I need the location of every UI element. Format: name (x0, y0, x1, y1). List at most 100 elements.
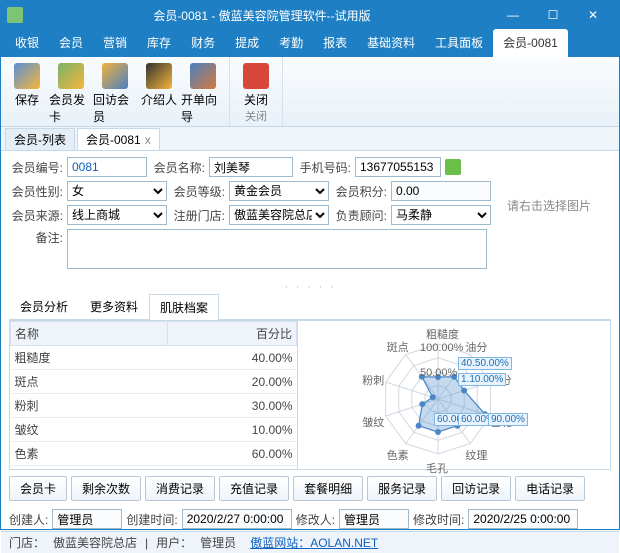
menu-9[interactable]: 工具面板 (425, 29, 493, 57)
photo-panel[interactable]: 请右击选择图片 (501, 157, 611, 273)
titlebar: 会员-0081 - 傲蓝美容院管理软件--试用版 — ☐ ✕ (1, 1, 619, 29)
menu-5[interactable]: 提成 (225, 29, 269, 57)
ribbon-close[interactable]: 关闭 (234, 59, 278, 108)
document-tabs: 会员-列表会员-0081x (1, 127, 619, 151)
remark-textarea[interactable] (67, 229, 487, 269)
radar-axis-label: 斑点 (387, 339, 409, 355)
ribbon-label: 开单向导 (181, 91, 225, 125)
status-store-label: 门店： (9, 534, 45, 551)
menu-2[interactable]: 营销 (93, 29, 137, 57)
audit-row: 创建人: 创建时间: 修改人: 修改时间: (1, 507, 619, 531)
record-btn-1[interactable]: 剩余次数 (71, 476, 141, 501)
chart-data-label: 40.50.00% (458, 357, 512, 370)
ribbon-label: 介绍人 (141, 91, 177, 108)
sub-tab-1[interactable]: 更多资料 (79, 293, 149, 319)
ribbon-issue-card[interactable]: 会员发卡 (49, 59, 93, 125)
record-buttons: 会员卡剩余次数消费记录充值记录套餐明细服务记录回访记录电话记录 (1, 470, 619, 507)
points-input[interactable] (391, 181, 491, 201)
minimize-button[interactable]: — (493, 1, 533, 29)
table-row[interactable]: 色素60.00% (11, 442, 297, 466)
website-link[interactable]: 傲蓝网站：AOLAN.NET (250, 536, 378, 550)
separator: · · · · · (1, 279, 619, 293)
main-menu: 收银会员营销库存财务提成考勤报表基础资料工具面板会员-0081 (1, 29, 619, 57)
app-icon (7, 7, 23, 23)
menu-4[interactable]: 财务 (181, 29, 225, 57)
ribbon-wizard[interactable]: 开单向导 (181, 59, 225, 125)
grade-select[interactable]: 黄金会员 (229, 181, 329, 201)
revisit-icon (102, 63, 128, 89)
col-name[interactable]: 名称 (11, 322, 168, 346)
label-source: 会员来源: (9, 207, 63, 224)
menu-6[interactable]: 考勤 (269, 29, 313, 57)
table-row[interactable]: 粗糙度40.00% (11, 346, 297, 370)
modifier-field (339, 509, 409, 529)
mtime-field (468, 509, 578, 529)
referrer-icon (146, 63, 172, 89)
record-btn-6[interactable]: 回访记录 (441, 476, 511, 501)
consult-select[interactable]: 马柔静 (391, 205, 491, 225)
close-window-button[interactable]: ✕ (573, 1, 613, 29)
regstore-select[interactable]: 傲蓝美容院总店 (229, 205, 329, 225)
skin-table[interactable]: 名称 百分比 粗糙度40.00%斑点20.00%粉刺30.00%皱纹10.00%… (10, 321, 298, 469)
menu-0[interactable]: 收银 (5, 29, 49, 57)
record-btn-0[interactable]: 会员卡 (9, 476, 67, 501)
phone-input[interactable] (355, 157, 441, 177)
sub-tab-2[interactable]: 肌肤档案 (149, 294, 219, 320)
table-row[interactable]: 斑点20.00% (11, 370, 297, 394)
label-regstore: 注册门店: (171, 207, 225, 224)
member-name-input[interactable] (209, 157, 293, 177)
record-btn-4[interactable]: 套餐明细 (293, 476, 363, 501)
table-row[interactable]: 毛孔60.00% (11, 466, 297, 470)
menu-7[interactable]: 报表 (313, 29, 357, 57)
save-icon (14, 63, 40, 89)
status-user: 管理员 (200, 534, 236, 551)
col-pct[interactable]: 百分比 (168, 322, 297, 346)
status-bar: 门店： 傲蓝美容院总店 | 用户： 管理员 傲蓝网站：AOLAN.NET (1, 531, 619, 553)
sex-select[interactable]: 女 (67, 181, 167, 201)
menu-3[interactable]: 库存 (137, 29, 181, 57)
label-phone: 手机号码: (297, 159, 351, 176)
maximize-button[interactable]: ☐ (533, 1, 573, 29)
window-title: 会员-0081 - 傲蓝美容院管理软件--试用版 (31, 7, 493, 24)
status-user-label: 用户： (156, 534, 192, 551)
menu-10[interactable]: 会员-0081 (493, 29, 568, 57)
wizard-icon (190, 63, 216, 89)
menu-8[interactable]: 基础资料 (357, 29, 425, 57)
menu-1[interactable]: 会员 (49, 29, 93, 57)
ctime-field (182, 509, 292, 529)
member-id-input[interactable] (67, 157, 147, 177)
table-row[interactable]: 皱纹10.00% (11, 418, 297, 442)
ribbon-referrer[interactable]: 介绍人 (137, 59, 181, 125)
record-btn-3[interactable]: 充值记录 (219, 476, 289, 501)
label-points: 会员积分: (333, 183, 387, 200)
radar-axis-label: 纹理 (465, 447, 487, 463)
radar-chart: 粗糙度油分水分色斑纹理毛孔色素皱纹粉刺斑点100.00%50.00% 40.50… (298, 321, 610, 469)
chart-data-label: 1.10.00% (458, 373, 506, 386)
sub-tab-0[interactable]: 会员分析 (9, 293, 79, 319)
source-select[interactable]: 线上商城 (67, 205, 167, 225)
issue-card-icon (58, 63, 84, 89)
radar-axis-label: 皱纹 (362, 414, 384, 430)
close-tab-icon[interactable]: x (145, 133, 151, 147)
ribbon-label: 回访会员 (93, 91, 137, 125)
label-remark: 备注: (9, 229, 63, 246)
record-btn-7[interactable]: 电话记录 (515, 476, 585, 501)
doc-tab-0[interactable]: 会员-列表 (5, 128, 75, 150)
doc-tab-1[interactable]: 会员-0081x (77, 128, 160, 150)
radar-axis-label: 油分 (465, 339, 487, 355)
skin-detail: 名称 百分比 粗糙度40.00%斑点20.00%粉刺30.00%皱纹10.00%… (9, 320, 611, 470)
ribbon-revisit[interactable]: 回访会员 (93, 59, 137, 125)
radar-axis-label: 毛孔 (426, 460, 448, 476)
chart-data-label: 90.00% (488, 413, 528, 426)
record-btn-5[interactable]: 服务记录 (367, 476, 437, 501)
record-btn-2[interactable]: 消费记录 (145, 476, 215, 501)
label-id: 会员编号: (9, 159, 63, 176)
phone-icon[interactable] (445, 159, 461, 175)
ribbon-save[interactable]: 保存 (5, 59, 49, 125)
mtime-label: 修改时间: (413, 511, 464, 528)
table-row[interactable]: 粉刺30.00% (11, 394, 297, 418)
label-name: 会员名称: (151, 159, 205, 176)
photo-placeholder: 请右击选择图片 (501, 157, 597, 214)
label-sex: 会员性别: (9, 183, 63, 200)
sub-tabs: 会员分析更多资料肌肤档案 (9, 293, 611, 320)
